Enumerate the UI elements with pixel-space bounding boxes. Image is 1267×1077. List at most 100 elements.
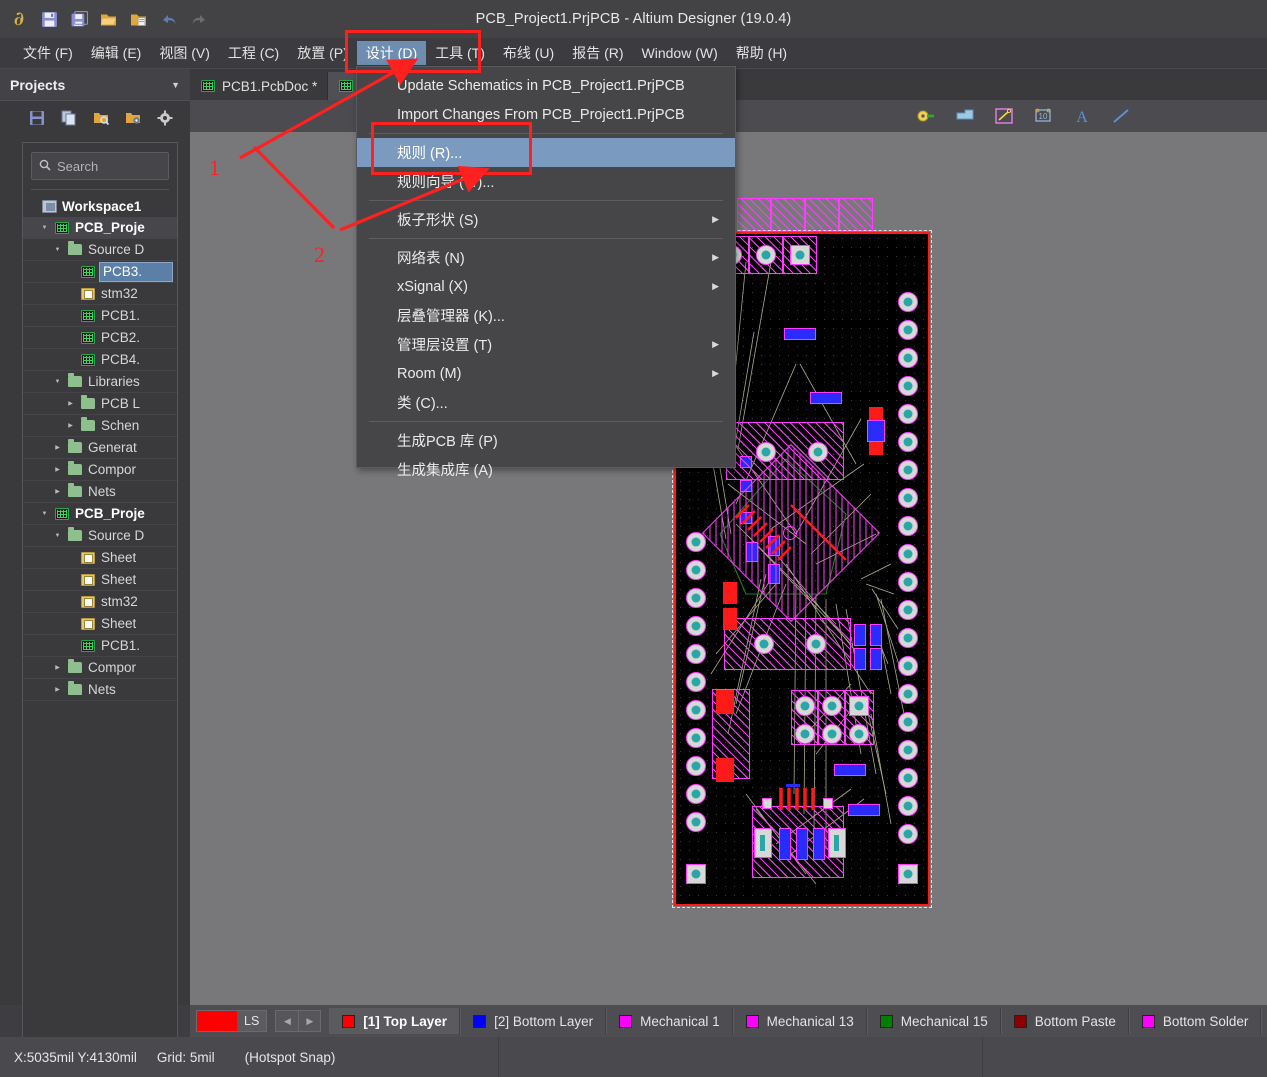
open-folder-search-icon[interactable] <box>92 109 110 127</box>
pcb-pad <box>686 756 706 776</box>
chevron-down-icon[interactable] <box>40 511 49 517</box>
tree-item-5[interactable]: PCB1. <box>23 305 177 327</box>
design-menu-item-9[interactable]: Room (M) ▶ <box>357 359 735 388</box>
tree-item-12[interactable]: Compor <box>23 459 177 481</box>
search-input[interactable]: Search <box>31 152 169 180</box>
layer-tab-5[interactable]: Bottom Paste <box>1000 1008 1129 1034</box>
menu-window[interactable]: Window (W) <box>633 41 727 65</box>
menu-route[interactable]: 布线 (U) <box>494 41 563 65</box>
tree-item-7[interactable]: PCB4. <box>23 349 177 371</box>
chevron-left-icon[interactable]: ◀ <box>276 1011 299 1031</box>
design-menu-item-12[interactable]: 生成集成库 (A) <box>357 455 735 484</box>
tree-item-21[interactable]: Compor <box>23 657 177 679</box>
save-icon[interactable] <box>38 8 60 30</box>
save-icon[interactable] <box>28 109 46 127</box>
pcb-pad <box>686 588 706 608</box>
chevron-right-icon[interactable]: ▶ <box>298 1011 321 1031</box>
tree-item-16[interactable]: Sheet <box>23 547 177 569</box>
menu-help[interactable]: 帮助 (H) <box>727 41 796 65</box>
pcb-pad <box>822 724 842 744</box>
menu-reports[interactable]: 报告 (R) <box>563 41 632 65</box>
open-project-icon[interactable] <box>128 8 150 30</box>
design-menu-item-6[interactable]: xSignal (X) ▶ <box>357 272 735 301</box>
pcb-pad <box>898 740 918 760</box>
chevron-down-icon[interactable]: ▼ <box>171 80 180 90</box>
design-menu-item-10[interactable]: 类 (C)... <box>357 388 735 417</box>
chevron-down-icon[interactable] <box>40 225 49 231</box>
tree-item-3[interactable]: PCB3. <box>23 261 177 283</box>
altium-logo-icon[interactable]: ∂ <box>8 8 30 30</box>
chevron-right-icon[interactable] <box>53 664 62 671</box>
layer-tab-0[interactable]: [1] Top Layer <box>329 1008 461 1034</box>
chevron-down-icon[interactable] <box>53 533 62 539</box>
gear-icon[interactable] <box>156 109 174 127</box>
tree-item-20[interactable]: PCB1. <box>23 635 177 657</box>
chevron-right-icon[interactable] <box>66 400 75 407</box>
chevron-down-icon[interactable] <box>53 247 62 253</box>
place-pad-icon[interactable] <box>915 106 937 126</box>
tree-item-22[interactable]: Nets <box>23 679 177 701</box>
place-keepout-icon[interactable] <box>993 106 1015 126</box>
folder-settings-icon[interactable] <box>124 109 142 127</box>
chevron-right-icon[interactable] <box>53 686 62 693</box>
design-menu-item-8[interactable]: 管理层设置 (T) ▶ <box>357 330 735 359</box>
folder-icon <box>80 395 96 411</box>
tree-item-19[interactable]: Sheet <box>23 613 177 635</box>
project-tree: Workspace1 PCB_Proje Source D PCB3. stm32 PCB… <box>23 195 177 701</box>
pcb-pad <box>898 824 918 844</box>
save-all-icon[interactable] <box>68 8 90 30</box>
sch-doc-icon <box>80 595 96 609</box>
design-menu-item-11[interactable]: 生成PCB 库 (P) <box>357 426 735 455</box>
tree-item-14[interactable]: PCB_Proje <box>23 503 177 525</box>
tree-item-13[interactable]: Nets <box>23 481 177 503</box>
tree-item-1[interactable]: PCB_Proje <box>23 217 177 239</box>
layer-tab-4[interactable]: Mechanical 15 <box>866 1008 1001 1034</box>
design-menu-item-0[interactable]: Update Schematics in PCB_Project1.PrjPCB <box>357 71 735 100</box>
place-string-icon[interactable]: A <box>1071 106 1093 126</box>
copy-icon[interactable] <box>60 109 78 127</box>
menu-edit[interactable]: 编辑 (E) <box>82 41 151 65</box>
pcb-pad <box>898 684 918 704</box>
tree-item-4[interactable]: stm32 <box>23 283 177 305</box>
menu-view[interactable]: 视图 (V) <box>150 41 219 65</box>
tree-item-15[interactable]: Source D <box>23 525 177 547</box>
design-menu-item-4[interactable]: 板子形状 (S) ▶ <box>357 205 735 234</box>
place-line-icon[interactable] <box>1110 106 1132 126</box>
tree-item-9[interactable]: PCB L <box>23 393 177 415</box>
pcb-smd-component <box>813 828 825 860</box>
chevron-right-icon[interactable] <box>66 422 75 429</box>
layer-tab-label: Bottom Solder <box>1162 1013 1249 1029</box>
layer-set-button[interactable]: LS <box>196 1010 268 1032</box>
chevron-right-icon[interactable] <box>53 488 62 495</box>
layer-tab-7[interactable]: Dril <box>1261 1008 1267 1034</box>
pcb-pad-hole <box>760 835 765 851</box>
tree-item-6[interactable]: PCB2. <box>23 327 177 349</box>
tree-item-17[interactable]: Sheet <box>23 569 177 591</box>
tree-item-0[interactable]: Workspace1 <box>23 195 177 217</box>
layer-color-swatch <box>745 1014 759 1028</box>
place-dimension-icon[interactable]: 10 <box>1032 106 1054 126</box>
layer-tab-2[interactable]: Mechanical 1 <box>606 1008 733 1034</box>
redo-icon <box>188 8 210 30</box>
tree-item-2[interactable]: Source D <box>23 239 177 261</box>
menu-project[interactable]: 工程 (C) <box>219 41 288 65</box>
pcb-pad <box>898 516 918 536</box>
layer-tab-1[interactable]: [2] Bottom Layer <box>460 1008 607 1034</box>
tree-item-18[interactable]: stm32 <box>23 591 177 613</box>
chevron-right-icon[interactable] <box>53 444 62 451</box>
chevron-down-icon[interactable] <box>53 379 62 385</box>
design-menu-item-7[interactable]: 层叠管理器 (K)... <box>357 301 735 330</box>
quick-access-toolbar: ∂ <box>0 8 210 30</box>
layer-tab-3[interactable]: Mechanical 13 <box>732 1008 867 1034</box>
document-tab-pcb1[interactable]: PCB1.PcbDoc * <box>190 72 329 100</box>
place-polygon-icon[interactable] <box>954 106 976 126</box>
chevron-right-icon[interactable] <box>53 466 62 473</box>
design-menu-item-5[interactable]: 网络表 (N) ▶ <box>357 243 735 272</box>
tree-item-11[interactable]: Generat <box>23 437 177 459</box>
layer-tab-6[interactable]: Bottom Solder <box>1128 1008 1262 1034</box>
tree-item-8[interactable]: Libraries <box>23 371 177 393</box>
tree-item-10[interactable]: Schen <box>23 415 177 437</box>
undo-icon[interactable] <box>158 8 180 30</box>
open-icon[interactable] <box>98 8 120 30</box>
menu-file[interactable]: 文件 (F) <box>14 41 82 65</box>
